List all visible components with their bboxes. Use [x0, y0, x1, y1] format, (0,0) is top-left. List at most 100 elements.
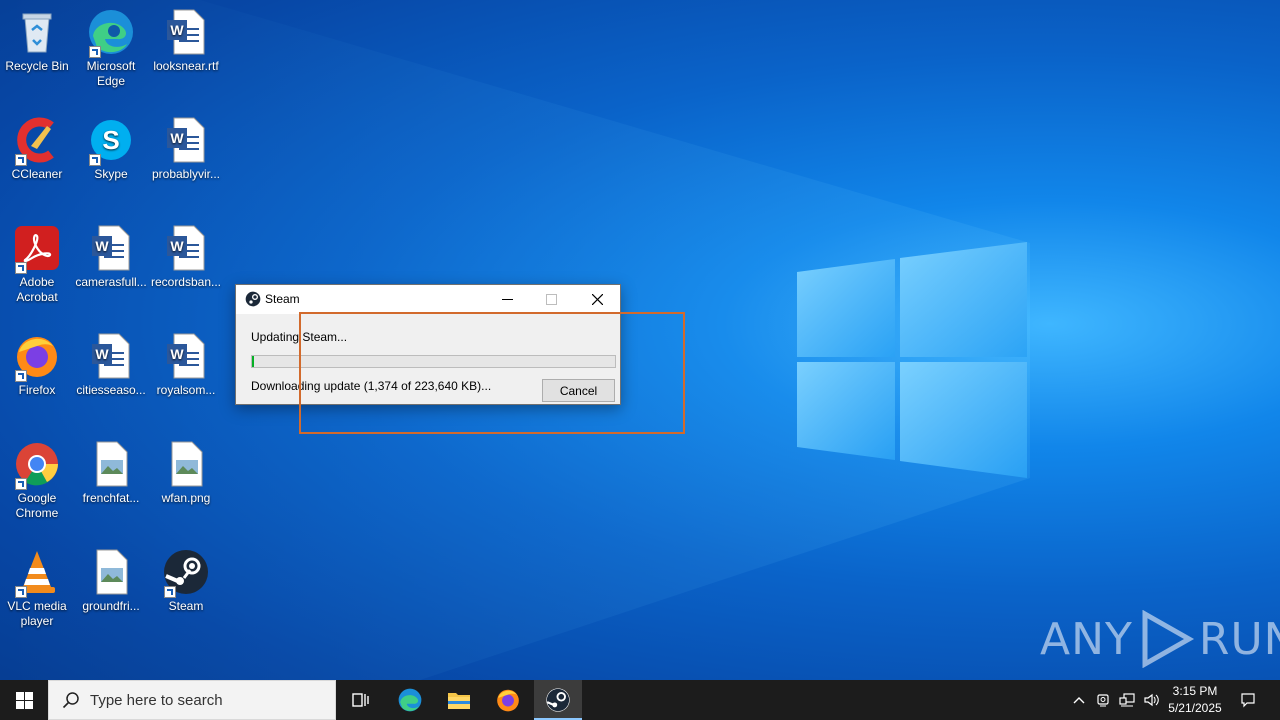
taskbar-firefox[interactable] — [484, 680, 532, 720]
desktop-icon-recycle-bin[interactable]: Recycle Bin — [0, 8, 74, 74]
desktop-icon-royalsom[interactable]: W royalsom... — [149, 332, 223, 398]
ccleaner-icon — [13, 116, 61, 166]
device-icon — [1097, 694, 1109, 707]
desktop-icon-label: probablyvir... — [151, 167, 221, 181]
desktop-icon-camerasfull[interactable]: W camerasfull... — [74, 224, 148, 290]
taskbar-edge[interactable] — [386, 680, 434, 720]
word-document-icon: W — [87, 332, 135, 380]
shortcut-arrow-icon — [15, 370, 27, 382]
vlc-icon — [13, 548, 61, 598]
steam-icon — [546, 688, 570, 712]
desktop-icon-microsoft-edge[interactable]: Microsoft Edge — [74, 8, 148, 89]
desktop-icon-google-chrome[interactable]: Google Chrome — [0, 440, 74, 521]
desktop-icon-label: Google Chrome — [15, 491, 59, 520]
network-icon — [1119, 693, 1135, 707]
desktop-icon-recordsban[interactable]: W recordsban... — [149, 224, 223, 290]
clock-time: 3:15 PM — [1172, 684, 1218, 698]
show-hidden-icons-button[interactable] — [1068, 680, 1090, 720]
desktop-icon-steam[interactable]: Steam — [149, 548, 223, 614]
taskbar-search-box[interactable] — [48, 680, 336, 720]
svg-text:W: W — [170, 130, 184, 146]
desktop-icon-label: Adobe Acrobat — [16, 275, 58, 304]
word-document-icon: W — [162, 332, 210, 380]
close-button[interactable] — [574, 285, 620, 314]
file-explorer-icon — [448, 693, 470, 709]
clock-date: 5/21/2025 — [1168, 701, 1222, 715]
desktop-icon-wfan-png[interactable]: wfan.png — [149, 440, 223, 506]
dialog-titlebar[interactable]: Steam — [236, 285, 620, 314]
search-input[interactable] — [88, 690, 332, 710]
edge-icon — [398, 688, 422, 712]
taskbar-clock[interactable]: 3:15 PM 5/21/2025 — [1160, 683, 1230, 717]
notification-icon — [1241, 693, 1255, 708]
desktop-icon-frenchfat[interactable]: frenchfat... — [74, 440, 148, 506]
desktop-icon-label: recordsban... — [150, 275, 222, 289]
svg-text:W: W — [95, 238, 109, 254]
desktop-icon-probablyvir[interactable]: W probablyvir... — [149, 116, 223, 182]
desktop-icon-firefox[interactable]: Firefox — [0, 332, 74, 398]
word-document-icon: W — [87, 224, 135, 272]
edge-icon — [87, 8, 135, 58]
svg-text:W: W — [95, 346, 109, 362]
shortcut-arrow-icon — [15, 586, 27, 598]
desktop-icon-label: looksnear.rtf — [153, 59, 219, 73]
desktop-icon-label: wfan.png — [161, 491, 211, 505]
highlight-rectangle — [299, 312, 685, 434]
steam-icon — [162, 548, 210, 598]
shortcut-arrow-icon — [15, 154, 27, 166]
dialog-title: Steam — [265, 292, 300, 306]
desktop-icon-label: frenchfat... — [82, 491, 140, 505]
tray-meet-now[interactable] — [1092, 680, 1114, 720]
desktop-icon-ccleaner[interactable]: CCleaner — [0, 116, 74, 182]
svg-text:W: W — [170, 346, 184, 362]
steam-icon — [245, 291, 261, 307]
svg-text:W: W — [170, 22, 184, 38]
tray-volume[interactable] — [1140, 680, 1162, 720]
play-logo-icon — [1142, 610, 1194, 668]
word-document-icon: W — [162, 8, 210, 56]
shortcut-arrow-icon — [164, 586, 176, 598]
desktop-icon-groundfri[interactable]: groundfri... — [74, 548, 148, 614]
image-file-icon — [87, 548, 135, 596]
anyrun-watermark: ANY RUN — [1040, 610, 1280, 668]
start-button[interactable] — [0, 680, 48, 720]
firefox-icon — [13, 332, 61, 382]
chevron-up-icon — [1073, 697, 1085, 704]
shortcut-arrow-icon — [89, 154, 101, 166]
firefox-icon — [497, 689, 519, 712]
desktop-icon-label: Skype — [94, 167, 128, 181]
taskbar-steam[interactable] — [534, 680, 582, 720]
shortcut-arrow-icon — [15, 478, 27, 490]
desktop-icon-vlc[interactable]: VLC media player — [0, 548, 74, 629]
word-document-icon: W — [162, 116, 210, 164]
watermark-text-right: RUN — [1198, 613, 1280, 665]
desktop-icon-skype[interactable]: S Skype — [74, 116, 148, 182]
desktop-icon-label: camerasfull... — [75, 275, 147, 289]
desktop-icon-citiesseaso[interactable]: W citiesseaso... — [74, 332, 148, 398]
desktop-icon-label: Firefox — [18, 383, 56, 397]
taskbar-file-explorer[interactable] — [435, 680, 483, 720]
desktop-icon-looksnear-rtf[interactable]: W looksnear.rtf — [149, 8, 223, 74]
tray-network[interactable] — [1116, 680, 1138, 720]
desktop-icon-adobe-acrobat[interactable]: Adobe Acrobat — [0, 224, 74, 305]
windows-logo-icon — [15, 691, 33, 709]
task-view-button[interactable] — [336, 680, 384, 720]
word-document-icon: W — [162, 224, 210, 272]
svg-text:S: S — [102, 125, 119, 155]
minimize-button[interactable] — [484, 285, 530, 314]
desktop-icon-label: royalsom... — [156, 383, 216, 397]
image-file-icon — [87, 440, 135, 488]
image-file-icon — [162, 440, 210, 488]
desktop-icon-label: citiesseaso... — [76, 383, 146, 397]
svg-text:W: W — [170, 238, 184, 254]
desktop-icon-label: Microsoft Edge — [86, 59, 136, 88]
desktop-icon-label: Recycle Bin — [5, 59, 69, 73]
shortcut-arrow-icon — [89, 46, 101, 58]
acrobat-icon — [13, 224, 61, 274]
desktop-icon-label: groundfri... — [82, 599, 140, 613]
search-icon — [62, 692, 79, 709]
desktop-icon-label: Steam — [168, 599, 204, 613]
progress-fill — [252, 356, 255, 367]
skype-icon: S — [87, 116, 135, 166]
notification-center-button[interactable] — [1236, 680, 1260, 720]
